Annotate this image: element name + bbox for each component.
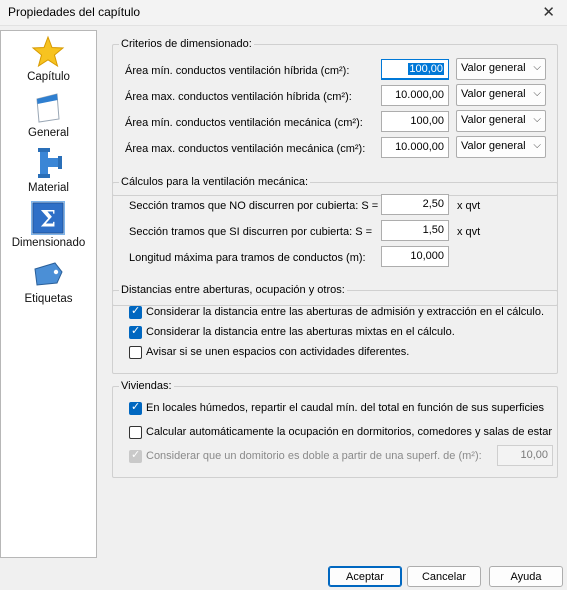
- sidebar-item-label: General: [28, 127, 69, 139]
- seccion-si-cubierta-input[interactable]: 1,50: [381, 220, 449, 241]
- svg-text:Σ: Σ: [40, 206, 56, 232]
- sidebar-item-label: Dimensionado: [11, 237, 86, 249]
- seccion-no-cubierta-input[interactable]: 2,50: [381, 194, 449, 215]
- checkbox-unchecked[interactable]: [129, 426, 142, 439]
- cancel-button[interactable]: Cancelar: [407, 566, 481, 587]
- chevron-down-icon: ⌵: [533, 62, 541, 73]
- sidebar-item-material[interactable]: Material: [1, 144, 96, 198]
- area-max-hibrida-label: Área max. conductos ventilación híbrida …: [125, 91, 352, 103]
- area-min-hibrida-input[interactable]: 100,00: [381, 59, 449, 80]
- superficie-doble-input: 10,00: [497, 445, 553, 466]
- area-min-mecanica-label: Área mín. conductos ventilación mecánica…: [125, 117, 363, 129]
- viviendas-group: Viviendas: En locales húmedos, repartir …: [112, 380, 558, 478]
- title-bar: Propiedades del capítulo ✕: [0, 0, 567, 26]
- area-min-mecanica-select[interactable]: Valor general ⌵: [456, 110, 546, 132]
- sidebar-item-dimensionado[interactable]: Σ Dimensionado: [1, 199, 96, 253]
- seccion-si-cubierta-label: Sección tramos que SI discurren por cubi…: [129, 226, 373, 238]
- checkbox-checked[interactable]: [129, 400, 142, 415]
- group-title: Cálculos para la ventilación mecánica:: [119, 176, 311, 188]
- sidebar-item-etiquetas[interactable]: Etiquetas: [1, 255, 96, 309]
- chevron-down-icon: ⌵: [533, 88, 541, 99]
- area-max-mecanica-select[interactable]: Valor general ⌵: [456, 136, 546, 158]
- window-title: Propiedades del capítulo: [8, 5, 141, 19]
- checkbox-checked[interactable]: [129, 304, 142, 319]
- area-min-mecanica-input[interactable]: 100,00: [381, 111, 449, 132]
- dimensionado-panel: Criterios de dimensionado: Área mín. con…: [104, 28, 564, 558]
- sidebar-item-capitulo[interactable]: Capítulo: [1, 33, 96, 87]
- star-icon: [31, 35, 65, 68]
- sidebar: Capítulo General Material Σ Dimensionado…: [0, 30, 97, 558]
- group-title: Criterios de dimensionado:: [119, 38, 254, 50]
- criterios-group: Criterios de dimensionado: Área mín. con…: [112, 38, 558, 196]
- sidebar-item-label: Etiquetas: [24, 293, 73, 305]
- chevron-down-icon: ⌵: [533, 114, 541, 125]
- seccion-no-cubierta-label: Sección tramos que NO discurren por cubi…: [129, 200, 379, 212]
- area-min-hibrida-select[interactable]: Valor general ⌵: [456, 58, 546, 80]
- area-max-hibrida-select[interactable]: Valor general ⌵: [456, 84, 546, 106]
- close-icon[interactable]: ✕: [542, 3, 555, 21]
- area-min-hibrida-label: Área mín. conductos ventilación híbrida …: [125, 65, 350, 77]
- checkbox-disabled: [129, 448, 142, 463]
- area-max-mecanica-label: Área max. conductos ventilación mecánica…: [125, 143, 366, 155]
- checkbox-unchecked[interactable]: [129, 346, 142, 359]
- group-title: Distancias entre aberturas, ocupación y …: [119, 284, 347, 296]
- qvt-unit: x qvt: [457, 226, 481, 238]
- accept-button[interactable]: Aceptar: [328, 566, 402, 587]
- checkbox-checked[interactable]: [129, 324, 142, 339]
- group-title: Viviendas:: [119, 380, 174, 392]
- sidebar-item-label: Material: [28, 182, 69, 194]
- sidebar-item-general[interactable]: General: [1, 89, 96, 143]
- area-max-hibrida-input[interactable]: 10.000,00: [381, 85, 449, 106]
- page-icon: [36, 93, 60, 123]
- longitud-maxima-input[interactable]: 10,000: [381, 246, 449, 267]
- sigma-icon: Σ: [31, 201, 65, 235]
- help-button[interactable]: Ayuda: [489, 566, 563, 587]
- area-max-mecanica-input[interactable]: 10.000,00: [381, 137, 449, 158]
- chevron-down-icon: ⌵: [533, 140, 541, 151]
- longitud-maxima-label: Longitud máxima para tramos de conductos…: [129, 252, 366, 264]
- distancias-group: Distancias entre aberturas, ocupación y …: [112, 284, 558, 374]
- qvt-unit: x qvt: [457, 200, 481, 212]
- tag-icon: [34, 262, 63, 286]
- pipe-icon: [38, 148, 62, 178]
- sidebar-item-label: Capítulo: [27, 71, 70, 83]
